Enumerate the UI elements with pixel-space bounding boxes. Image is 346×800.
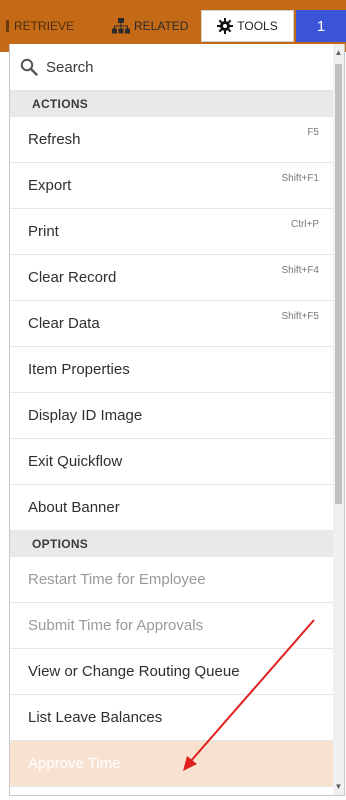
section-actions: ACTIONS bbox=[10, 91, 335, 117]
menu-item-refresh[interactable]: Refresh F5 bbox=[10, 117, 335, 163]
tab-tools[interactable]: TOOLS bbox=[201, 10, 294, 42]
scroll-thumb[interactable] bbox=[335, 64, 342, 504]
menu-item-leave-balances[interactable]: List Leave Balances bbox=[10, 695, 335, 741]
hierarchy-icon bbox=[112, 18, 130, 34]
menu-item-exit-quickflow[interactable]: Exit Quickflow bbox=[10, 439, 335, 485]
menu-item-shortcut: F5 bbox=[307, 127, 319, 138]
scroll-down-icon[interactable]: ▼ bbox=[333, 780, 344, 794]
menu-item-approve-time[interactable]: Approve Time bbox=[10, 741, 335, 787]
search-label: Search bbox=[46, 58, 94, 76]
menu-item-label: Approve Time bbox=[28, 755, 121, 772]
scroll-up-icon[interactable]: ▲ bbox=[333, 46, 344, 60]
menu-item-clear-data[interactable]: Clear Data Shift+F5 bbox=[10, 301, 335, 347]
section-options: OPTIONS bbox=[10, 531, 335, 557]
menu-item-about-banner[interactable]: About Banner bbox=[10, 485, 335, 531]
menu-item-shortcut: Shift+F5 bbox=[281, 311, 319, 322]
tools-menu-panel: Search ACTIONS Refresh F5 Export Shift+F… bbox=[9, 44, 345, 796]
tab-related-label: RELATED bbox=[134, 19, 189, 33]
menu-item-display-id-image[interactable]: Display ID Image bbox=[10, 393, 335, 439]
menu-item-label: Refresh bbox=[28, 131, 81, 148]
menu-scrollbar[interactable]: ▲ ▼ bbox=[333, 44, 344, 795]
menu-item-label: Restart Time for Employee bbox=[28, 571, 206, 588]
menu-item-restart-time: Restart Time for Employee bbox=[10, 557, 335, 603]
menu-item-clear-record[interactable]: Clear Record Shift+F4 bbox=[10, 255, 335, 301]
menu-search[interactable]: Search bbox=[10, 44, 335, 91]
gear-icon bbox=[217, 18, 234, 34]
search-icon bbox=[20, 58, 38, 76]
tab-retrieve[interactable]: RETRIEVE bbox=[0, 10, 106, 42]
menu-item-shortcut: Shift+F4 bbox=[281, 265, 319, 276]
menu-item-label: Export bbox=[28, 177, 72, 194]
menu-item-print[interactable]: Print Ctrl+P bbox=[10, 209, 335, 255]
menu-item-label: View or Change Routing Queue bbox=[28, 663, 240, 680]
tab-related[interactable]: RELATED bbox=[112, 10, 198, 42]
grip-icon bbox=[6, 20, 10, 32]
menu-item-label: Item Properties bbox=[28, 361, 130, 378]
tab-retrieve-label: RETRIEVE bbox=[14, 19, 75, 33]
tab-tools-label: TOOLS bbox=[237, 19, 278, 33]
menu-item-shortcut: Shift+F1 bbox=[281, 173, 319, 184]
menu-item-label: List Leave Balances bbox=[28, 709, 163, 726]
menu-item-label: Display ID Image bbox=[28, 407, 143, 424]
notification-count-badge[interactable]: 1 bbox=[296, 10, 346, 42]
menu-item-shortcut: Ctrl+P bbox=[290, 219, 319, 230]
menu-item-label: Submit Time for Approvals bbox=[28, 617, 204, 634]
menu-item-label: Print bbox=[28, 223, 59, 240]
menu-item-label: Clear Record bbox=[28, 269, 117, 286]
menu-item-item-properties[interactable]: Item Properties bbox=[10, 347, 335, 393]
menu-item-label: Exit Quickflow bbox=[28, 453, 123, 470]
menu-item-routing-queue[interactable]: View or Change Routing Queue bbox=[10, 649, 335, 695]
menu-item-label: About Banner bbox=[28, 499, 120, 516]
menu-item-label: Clear Data bbox=[28, 315, 100, 332]
menu-item-export[interactable]: Export Shift+F1 bbox=[10, 163, 335, 209]
menu-item-submit-time: Submit Time for Approvals bbox=[10, 603, 335, 649]
tools-menu: Search ACTIONS Refresh F5 Export Shift+F… bbox=[10, 44, 335, 787]
